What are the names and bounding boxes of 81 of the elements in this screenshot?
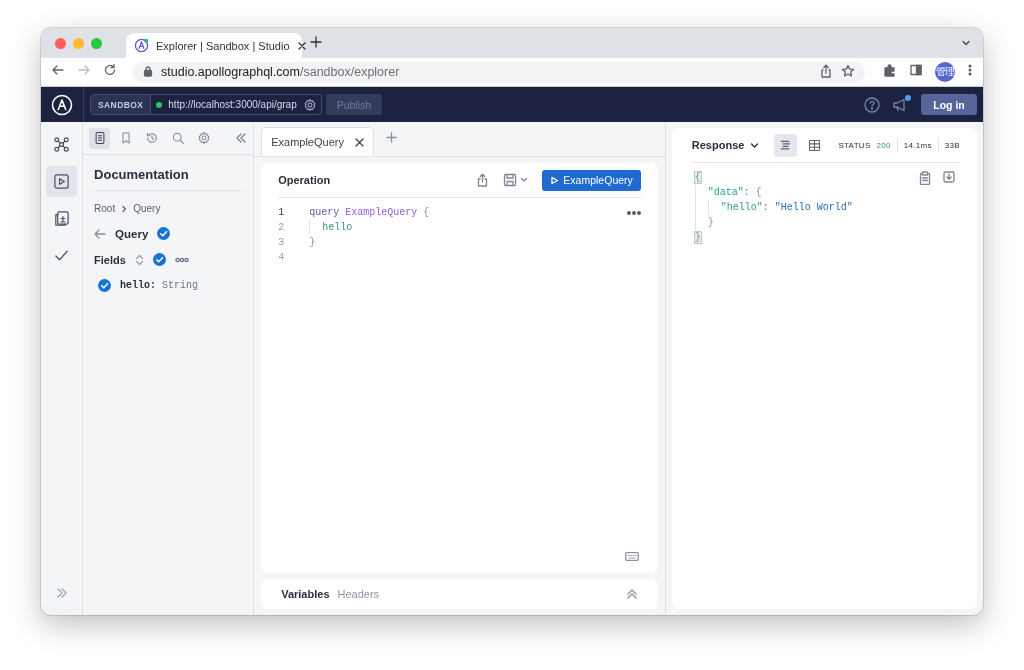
- code-line: query ExampleQuery {: [309, 206, 430, 220]
- fields-label: Fields: [94, 253, 126, 266]
- code-line: "hello": "Hello World": [694, 200, 853, 215]
- more-icon[interactable]: [967, 63, 973, 77]
- page-icon: [92, 131, 107, 145]
- checked-icon[interactable]: [152, 253, 166, 266]
- line-number: 2: [278, 221, 286, 235]
- checked-icon[interactable]: [157, 227, 171, 240]
- play-icon: [550, 175, 560, 185]
- tab-title: Explorer | Sandbox | Studio: [156, 39, 290, 52]
- response-dropdown[interactable]: Response: [691, 139, 760, 151]
- share-icon[interactable]: [819, 63, 833, 78]
- settings-icon[interactable]: [303, 97, 317, 112]
- login-button[interactable]: Log in: [921, 94, 977, 115]
- keyboard-icon[interactable]: [624, 552, 639, 561]
- url-text: studio.apollographql.com/sandbox/explorer: [161, 65, 401, 79]
- back-arrow-icon[interactable]: [51, 63, 65, 77]
- code-editor[interactable]: 1 query ExampleQuery { 2 hello 3 } 4: [278, 205, 641, 265]
- status-label: STATUS: [838, 140, 871, 150]
- code-line: hello: [309, 220, 353, 235]
- chevron-down-icon: [750, 140, 760, 150]
- line-number: 3: [278, 236, 286, 250]
- expand-icon[interactable]: [55, 587, 68, 599]
- breadcrumb-link[interactable]: Root: [94, 203, 116, 214]
- back-arrow-icon[interactable]: [94, 227, 107, 240]
- star-icon[interactable]: [841, 63, 855, 78]
- status-code: 200: [876, 140, 891, 150]
- expand-up-icon[interactable]: [625, 588, 638, 600]
- history-icon: [144, 131, 159, 145]
- code-line: "data": {: [694, 185, 762, 200]
- code-line: }: [309, 236, 316, 250]
- more-icon[interactable]: [174, 256, 189, 263]
- chevron-down-icon[interactable]: [520, 176, 529, 184]
- run-button[interactable]: ExampleQuery: [542, 169, 641, 191]
- chevron-down-icon[interactable]: [961, 38, 971, 48]
- editor-tab[interactable]: ExampleQuery: [261, 127, 374, 156]
- variables-tab[interactable]: Variables: [281, 588, 330, 600]
- collapse-icon[interactable]: [235, 132, 248, 144]
- breadcrumb-link[interactable]: Query: [133, 203, 161, 214]
- more-icon[interactable]: [626, 211, 641, 215]
- logo-icon[interactable]: [51, 93, 73, 116]
- checked-icon[interactable]: [98, 279, 112, 292]
- close-icon[interactable]: [354, 137, 364, 147]
- side-panel-icon[interactable]: [909, 63, 923, 77]
- breadcrumb-chevron-icon: [121, 204, 128, 213]
- help-icon[interactable]: [864, 96, 880, 113]
- docs-title: Documentation: [94, 167, 243, 191]
- documents-icon: [53, 210, 71, 227]
- sandbox-label: SANDBOX: [91, 95, 152, 114]
- code-line: }: [694, 215, 714, 230]
- endpoint-field[interactable]: SANDBOX http://localhost:3000/api/grap: [90, 94, 322, 115]
- docs-toolbar-button[interactable]: [89, 127, 111, 149]
- logo-icon: [134, 38, 149, 53]
- close-icon[interactable]: [296, 40, 307, 51]
- address-bar[interactable]: studio.apollographql.com/sandbox/explorer: [133, 61, 865, 83]
- response-size: 33B: [944, 140, 960, 150]
- view-toggle[interactable]: [774, 133, 798, 157]
- panel-title: Operation: [278, 174, 332, 186]
- save-icon[interactable]: [503, 173, 518, 187]
- close-window-button[interactable]: [55, 37, 66, 49]
- reload-icon[interactable]: [103, 63, 117, 77]
- puzzle-icon[interactable]: [883, 63, 897, 77]
- sort-icon[interactable]: [134, 253, 144, 266]
- line-number: 1: [278, 206, 286, 220]
- graph-icon: [53, 136, 71, 153]
- field-entry[interactable]: hello: String: [120, 280, 199, 291]
- profile-avatar[interactable]: 管理: [935, 62, 955, 82]
- search-icon: [170, 131, 185, 145]
- table-icon: [807, 137, 823, 153]
- download-icon[interactable]: [943, 171, 955, 183]
- play-icon: [53, 173, 71, 190]
- line-number: 4: [278, 251, 286, 265]
- plus-icon[interactable]: [310, 36, 322, 48]
- rail-button[interactable]: [46, 166, 78, 197]
- lock-icon: [143, 64, 153, 77]
- endpoint-url: http://localhost:3000/api/grap: [168, 99, 297, 110]
- response-time: 14.1ms: [903, 140, 932, 150]
- settings-icon: [196, 131, 211, 145]
- share-icon[interactable]: [476, 173, 490, 187]
- clipboard-icon[interactable]: [919, 171, 931, 185]
- type-name: Query: [115, 227, 149, 240]
